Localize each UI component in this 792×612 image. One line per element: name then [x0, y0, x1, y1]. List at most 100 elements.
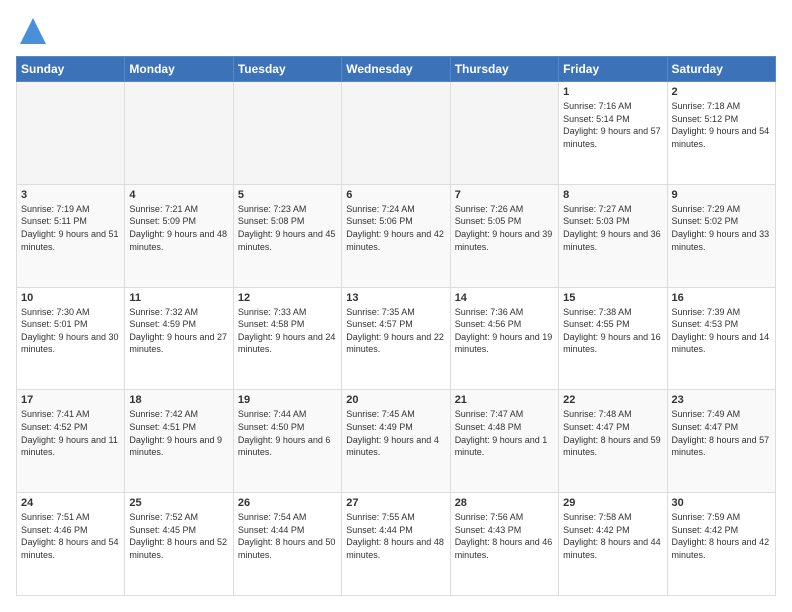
calendar-cell: 22 Sunrise: 7:48 AM Sunset: 4:47 PM Dayli… — [559, 390, 667, 493]
day-info: Sunrise: 7:23 AM Sunset: 5:08 PM Dayligh… — [238, 203, 337, 253]
header-day-saturday: Saturday — [667, 57, 775, 82]
calendar-cell: 4 Sunrise: 7:21 AM Sunset: 5:09 PM Daylig… — [125, 184, 233, 287]
page: SundayMondayTuesdayWednesdayThursdayFrid… — [0, 0, 792, 612]
day-number: 4 — [129, 189, 228, 201]
logo-icon — [18, 16, 48, 46]
calendar-cell: 25Sunrise: 7:52 AM Sunset: 4:45 PM Dayli… — [125, 493, 233, 596]
day-info: Sunrise: 7:51 AM Sunset: 4:46 PM Dayligh… — [21, 511, 120, 561]
header-day-sunday: Sunday — [17, 57, 125, 82]
day-number: 18 — [129, 394, 228, 406]
calendar-cell: 3 Sunrise: 7:19 AM Sunset: 5:11 PM Daylig… — [17, 184, 125, 287]
day-info: Sunrise: 7:59 AM Sunset: 4:42 PM Dayligh… — [672, 511, 771, 561]
day-number: 2 — [672, 86, 771, 98]
day-number: 16 — [672, 292, 771, 304]
day-info: Sunrise: 7:44 AM Sunset: 4:50 PM Dayligh… — [238, 408, 337, 458]
day-info: Sunrise: 7:19 AM Sunset: 5:11 PM Dayligh… — [21, 203, 120, 253]
day-info: Sunrise: 7:38 AM Sunset: 4:55 PM Dayligh… — [563, 306, 662, 356]
day-info: Sunrise: 7:26 AM Sunset: 5:05 PM Dayligh… — [455, 203, 554, 253]
calendar-week-2: 3 Sunrise: 7:19 AM Sunset: 5:11 PM Daylig… — [17, 184, 776, 287]
day-number: 9 — [672, 189, 771, 201]
header-day-wednesday: Wednesday — [342, 57, 450, 82]
day-info: Sunrise: 7:33 AM Sunset: 4:58 PM Dayligh… — [238, 306, 337, 356]
day-info: Sunrise: 7:45 AM Sunset: 4:49 PM Dayligh… — [346, 408, 445, 458]
calendar-cell — [342, 82, 450, 185]
day-info: Sunrise: 7:21 AM Sunset: 5:09 PM Dayligh… — [129, 203, 228, 253]
day-number: 10 — [21, 292, 120, 304]
header-day-tuesday: Tuesday — [233, 57, 341, 82]
day-info: Sunrise: 7:58 AM Sunset: 4:42 PM Dayligh… — [563, 511, 662, 561]
calendar-week-1: 1 Sunrise: 7:16 AM Sunset: 5:14 PM Daylig… — [17, 82, 776, 185]
calendar-cell — [17, 82, 125, 185]
calendar-cell: 20 Sunrise: 7:45 AM Sunset: 4:49 PM Dayli… — [342, 390, 450, 493]
calendar-cell — [450, 82, 558, 185]
calendar-cell — [125, 82, 233, 185]
day-number: 3 — [21, 189, 120, 201]
day-number: 12 — [238, 292, 337, 304]
day-number: 11 — [129, 292, 228, 304]
day-info: Sunrise: 7:32 AM Sunset: 4:59 PM Dayligh… — [129, 306, 228, 356]
calendar-cell: 8 Sunrise: 7:27 AM Sunset: 5:03 PM Daylig… — [559, 184, 667, 287]
calendar-cell: 10 Sunrise: 7:30 AM Sunset: 5:01 PM Dayli… — [17, 287, 125, 390]
day-number: 17 — [21, 394, 120, 406]
day-info: Sunrise: 7:49 AM Sunset: 4:47 PM Dayligh… — [672, 408, 771, 458]
calendar-cell: 21Sunrise: 7:47 AM Sunset: 4:48 PM Dayli… — [450, 390, 558, 493]
day-number: 29 — [563, 497, 662, 509]
day-info: Sunrise: 7:55 AM Sunset: 4:44 PM Dayligh… — [346, 511, 445, 561]
calendar-cell: 1 Sunrise: 7:16 AM Sunset: 5:14 PM Daylig… — [559, 82, 667, 185]
day-info: Sunrise: 7:30 AM Sunset: 5:01 PM Dayligh… — [21, 306, 120, 356]
calendar-week-5: 24 Sunrise: 7:51 AM Sunset: 4:46 PM Dayli… — [17, 493, 776, 596]
day-number: 14 — [455, 292, 554, 304]
calendar-cell: 6 Sunrise: 7:24 AM Sunset: 5:06 PM Daylig… — [342, 184, 450, 287]
calendar-cell: 29 Sunrise: 7:58 AM Sunset: 4:42 PM Dayli… — [559, 493, 667, 596]
day-number: 5 — [238, 189, 337, 201]
calendar-cell: 2 Sunrise: 7:18 AM Sunset: 5:12 PM Daylig… — [667, 82, 775, 185]
day-number: 15 — [563, 292, 662, 304]
day-number: 22 — [563, 394, 662, 406]
day-info: Sunrise: 7:41 AM Sunset: 4:52 PM Dayligh… — [21, 408, 120, 458]
day-info: Sunrise: 7:27 AM Sunset: 5:03 PM Dayligh… — [563, 203, 662, 253]
calendar-cell: 14 Sunrise: 7:36 AM Sunset: 4:56 PM Dayli… — [450, 287, 558, 390]
calendar-cell: 27 Sunrise: 7:55 AM Sunset: 4:44 PM Dayli… — [342, 493, 450, 596]
calendar-cell: 11 Sunrise: 7:32 AM Sunset: 4:59 PM Dayli… — [125, 287, 233, 390]
day-info: Sunrise: 7:24 AM Sunset: 5:06 PM Dayligh… — [346, 203, 445, 253]
logo — [16, 16, 48, 46]
calendar-cell: 24 Sunrise: 7:51 AM Sunset: 4:46 PM Dayli… — [17, 493, 125, 596]
calendar-cell: 26 Sunrise: 7:54 AM Sunset: 4:44 PM Dayli… — [233, 493, 341, 596]
day-number: 25 — [129, 497, 228, 509]
calendar-body: 1 Sunrise: 7:16 AM Sunset: 5:14 PM Daylig… — [17, 82, 776, 596]
calendar-week-4: 17 Sunrise: 7:41 AM Sunset: 4:52 PM Dayli… — [17, 390, 776, 493]
day-number: 20 — [346, 394, 445, 406]
day-info: Sunrise: 7:36 AM Sunset: 4:56 PM Dayligh… — [455, 306, 554, 356]
day-info: Sunrise: 7:54 AM Sunset: 4:44 PM Dayligh… — [238, 511, 337, 561]
day-number: 8 — [563, 189, 662, 201]
calendar-cell: 13 Sunrise: 7:35 AM Sunset: 4:57 PM Dayli… — [342, 287, 450, 390]
day-info: Sunrise: 7:35 AM Sunset: 4:57 PM Dayligh… — [346, 306, 445, 356]
day-number: 26 — [238, 497, 337, 509]
calendar-cell: 7Sunrise: 7:26 AM Sunset: 5:05 PM Daylig… — [450, 184, 558, 287]
day-number: 13 — [346, 292, 445, 304]
day-number: 1 — [563, 86, 662, 98]
calendar-cell: 17 Sunrise: 7:41 AM Sunset: 4:52 PM Dayli… — [17, 390, 125, 493]
calendar-cell: 30 Sunrise: 7:59 AM Sunset: 4:42 PM Dayli… — [667, 493, 775, 596]
calendar-cell: 16Sunrise: 7:39 AM Sunset: 4:53 PM Dayli… — [667, 287, 775, 390]
day-number: 30 — [672, 497, 771, 509]
calendar-cell: 23Sunrise: 7:49 AM Sunset: 4:47 PM Dayli… — [667, 390, 775, 493]
day-info: Sunrise: 7:42 AM Sunset: 4:51 PM Dayligh… — [129, 408, 228, 458]
calendar-week-3: 10 Sunrise: 7:30 AM Sunset: 5:01 PM Dayli… — [17, 287, 776, 390]
day-info: Sunrise: 7:16 AM Sunset: 5:14 PM Dayligh… — [563, 100, 662, 150]
calendar-cell: 18 Sunrise: 7:42 AM Sunset: 4:51 PM Dayli… — [125, 390, 233, 493]
day-number: 6 — [346, 189, 445, 201]
day-info: Sunrise: 7:18 AM Sunset: 5:12 PM Dayligh… — [672, 100, 771, 150]
calendar-cell: 28 Sunrise: 7:56 AM Sunset: 4:43 PM Dayli… — [450, 493, 558, 596]
day-info: Sunrise: 7:29 AM Sunset: 5:02 PM Dayligh… — [672, 203, 771, 253]
calendar-cell: 9 Sunrise: 7:29 AM Sunset: 5:02 PM Daylig… — [667, 184, 775, 287]
day-number: 28 — [455, 497, 554, 509]
header-day-friday: Friday — [559, 57, 667, 82]
day-info: Sunrise: 7:48 AM Sunset: 4:47 PM Dayligh… — [563, 408, 662, 458]
day-info: Sunrise: 7:56 AM Sunset: 4:43 PM Dayligh… — [455, 511, 554, 561]
header-day-monday: Monday — [125, 57, 233, 82]
day-number: 27 — [346, 497, 445, 509]
day-info: Sunrise: 7:47 AM Sunset: 4:48 PM Dayligh… — [455, 408, 554, 458]
day-number: 24 — [21, 497, 120, 509]
day-number: 19 — [238, 394, 337, 406]
